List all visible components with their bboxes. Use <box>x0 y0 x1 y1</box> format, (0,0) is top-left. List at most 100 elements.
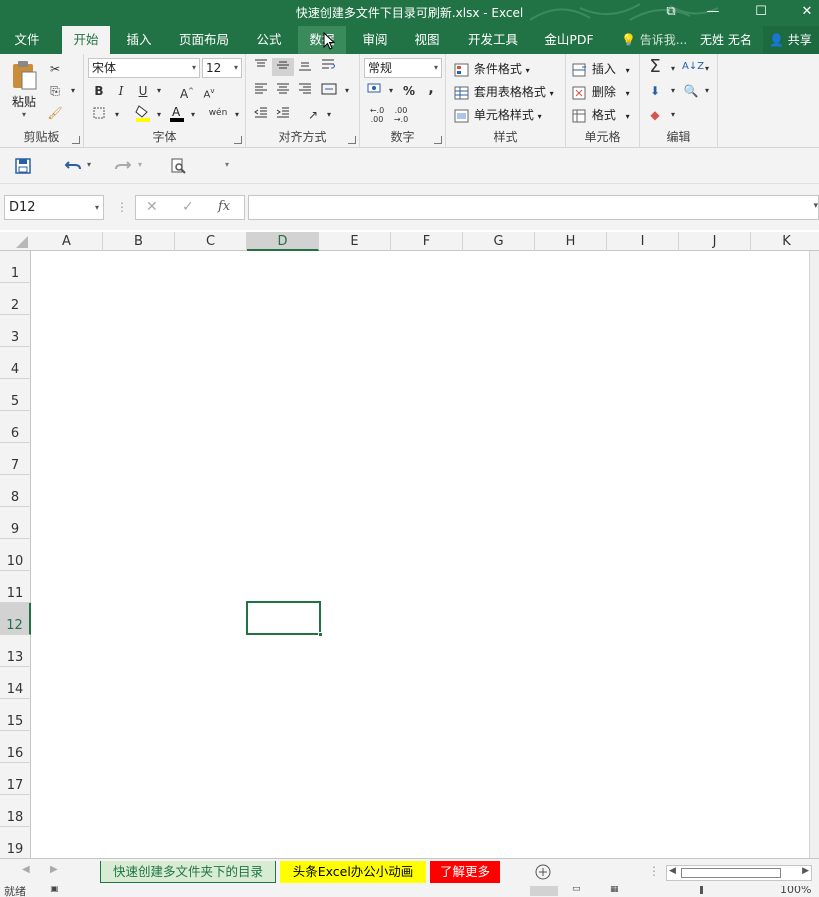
zoom-level[interactable]: 100% <box>780 886 811 896</box>
undo-icon[interactable] <box>65 158 81 174</box>
column-header[interactable]: I <box>607 232 679 251</box>
insert-function-icon[interactable]: fx <box>218 199 230 214</box>
macro-record-icon[interactable]: ▣ <box>50 886 59 894</box>
italic-button[interactable]: I <box>112 82 130 100</box>
tab-split-grip-icon[interactable]: ⋮ <box>648 864 660 878</box>
merge-dropdown-icon[interactable]: ▾ <box>338 82 356 100</box>
row-header[interactable]: 17 <box>0 763 31 795</box>
redo-dropdown-icon[interactable]: ▾ <box>138 160 142 169</box>
format-cells-button[interactable]: 格式 ▾ <box>572 106 630 123</box>
decrease-font-icon[interactable]: Av <box>200 82 218 100</box>
save-icon[interactable] <box>15 158 31 174</box>
orientation-dropdown-icon[interactable]: ▾ <box>320 106 338 124</box>
number-format-select[interactable]: 常规 ▾ <box>364 58 442 78</box>
row-header[interactable]: 7 <box>0 443 31 475</box>
worksheet-grid[interactable]: ABCDEFGHIJK 1 2 3 4 5 6 7 8 9 10 11 12 13 14 15 16 17 18 1… <box>0 232 819 858</box>
row-header[interactable]: 14 <box>0 667 31 699</box>
insert-cells-button[interactable]: 插入 ▾ <box>572 60 630 77</box>
font-name-select[interactable]: 宋体 ▾ <box>88 58 200 78</box>
vertical-scrollbar[interactable] <box>809 251 819 858</box>
delete-cells-button[interactable]: 删除 ▾ <box>572 83 630 100</box>
column-header[interactable]: G <box>463 232 535 251</box>
selected-cell[interactable] <box>246 601 323 637</box>
formula-input[interactable]: ▾ <box>248 195 819 220</box>
scroll-right-icon[interactable]: ▶ <box>802 866 809 876</box>
tab-page-layout[interactable]: 页面布局 <box>172 26 236 54</box>
page-break-view-icon[interactable]: ▦ <box>610 886 619 894</box>
fill-color-dropdown-icon[interactable]: ▾ <box>150 106 168 124</box>
column-header[interactable]: F <box>391 232 463 251</box>
column-header[interactable]: A <box>31 232 103 251</box>
new-sheet-icon[interactable] <box>535 864 551 880</box>
fill-handle[interactable] <box>318 632 323 637</box>
cancel-icon[interactable]: ✕ <box>146 199 158 215</box>
sheet-tab-directory[interactable]: 快速创建多文件夹下的目录 <box>100 861 276 883</box>
redo-icon[interactable] <box>115 158 131 174</box>
row-header[interactable]: 3 <box>0 315 31 347</box>
tab-kingsoft-pdf[interactable]: 金山PDF <box>536 26 602 54</box>
undo-dropdown-icon[interactable]: ▾ <box>87 160 91 169</box>
row-header[interactable]: 9 <box>0 507 31 539</box>
name-box[interactable]: D12 ▾ <box>4 195 104 220</box>
maximize-button[interactable]: ☐ <box>746 2 776 22</box>
font-size-select[interactable]: 12 ▾ <box>202 58 242 78</box>
font-launcher-icon[interactable] <box>234 136 242 144</box>
column-header[interactable]: C <box>175 232 247 251</box>
phonetic-dropdown-icon[interactable]: ▾ <box>228 106 246 124</box>
wrap-text-icon[interactable] <box>320 58 338 76</box>
copy-icon[interactable]: ⎘ <box>46 82 64 100</box>
horizontal-scroll-thumb[interactable] <box>681 868 781 878</box>
align-middle-icon[interactable] <box>272 58 294 76</box>
scroll-tabs-right-icon[interactable]: ▶ <box>50 864 58 875</box>
number-launcher-icon[interactable] <box>434 136 442 144</box>
user-name[interactable]: 无姓 无名 <box>700 26 752 54</box>
row-header[interactable]: 6 <box>0 411 31 443</box>
underline-dropdown-icon[interactable]: ▾ <box>150 82 168 100</box>
page-layout-view-icon[interactable]: ▭ <box>572 886 581 894</box>
align-center-icon[interactable] <box>274 82 292 100</box>
row-header[interactable]: 16 <box>0 731 31 763</box>
tab-data[interactable]: 数据 <box>298 26 346 54</box>
clear-icon[interactable]: ◆ <box>646 106 664 124</box>
close-button[interactable]: ✕ <box>792 2 819 22</box>
align-left-icon[interactable] <box>252 82 270 100</box>
minimize-button[interactable]: — <box>698 2 728 22</box>
align-top-icon[interactable] <box>252 58 270 76</box>
row-header[interactable]: 1 <box>0 251 31 283</box>
tab-formulas[interactable]: 公式 <box>246 26 292 54</box>
horizontal-scrollbar[interactable]: ◀ ▶ <box>666 865 812 881</box>
conditional-formatting-button[interactable]: 条件格式 ▾ <box>454 60 530 77</box>
row-header[interactable]: 2 <box>0 283 31 315</box>
accounting-dropdown-icon[interactable]: ▾ <box>382 82 400 100</box>
bold-button[interactable]: B <box>90 82 108 100</box>
merge-center-icon[interactable] <box>320 82 338 100</box>
border-icon[interactable] <box>90 106 108 124</box>
font-color-dropdown-icon[interactable]: ▾ <box>184 106 202 124</box>
print-preview-icon[interactable] <box>170 158 186 174</box>
ribbon-display-options-button[interactable]: ⧉ <box>656 2 686 22</box>
sheet-tab-learn-more[interactable]: 了解更多 <box>430 861 500 883</box>
tab-home[interactable]: 开始 <box>62 26 110 54</box>
increase-decimal-icon[interactable]: ←.0.00 <box>366 106 388 124</box>
fill-dropdown-icon[interactable]: ▾ <box>664 82 682 100</box>
row-header[interactable]: 13 <box>0 635 31 667</box>
row-header[interactable]: 11 <box>0 571 31 603</box>
column-header[interactable]: D <box>247 232 319 251</box>
scroll-left-icon[interactable]: ◀ <box>669 866 676 876</box>
row-header[interactable]: 10 <box>0 539 31 571</box>
column-header[interactable]: B <box>103 232 175 251</box>
comma-style-button[interactable]: , <box>422 80 440 98</box>
tab-file[interactable]: 文件 <box>0 26 54 54</box>
customize-toolbar-icon[interactable]: ▾ <box>225 160 229 169</box>
expand-formula-icon[interactable]: ▾ <box>813 201 818 211</box>
paste-button[interactable]: 粘贴 ▾ <box>8 60 40 119</box>
phonetic-guide-icon[interactable]: wén <box>206 104 230 122</box>
clipboard-launcher-icon[interactable] <box>72 136 80 144</box>
increase-font-icon[interactable]: A^ <box>178 82 196 101</box>
scroll-tabs-left-icon[interactable]: ◀ <box>22 864 30 875</box>
decrease-decimal-icon[interactable]: .00 →.0 <box>390 106 412 124</box>
row-header[interactable]: 8 <box>0 475 31 507</box>
column-header[interactable]: H <box>535 232 607 251</box>
autosum-dropdown-icon[interactable]: ▾ <box>664 60 682 78</box>
decrease-indent-icon[interactable] <box>252 106 270 124</box>
